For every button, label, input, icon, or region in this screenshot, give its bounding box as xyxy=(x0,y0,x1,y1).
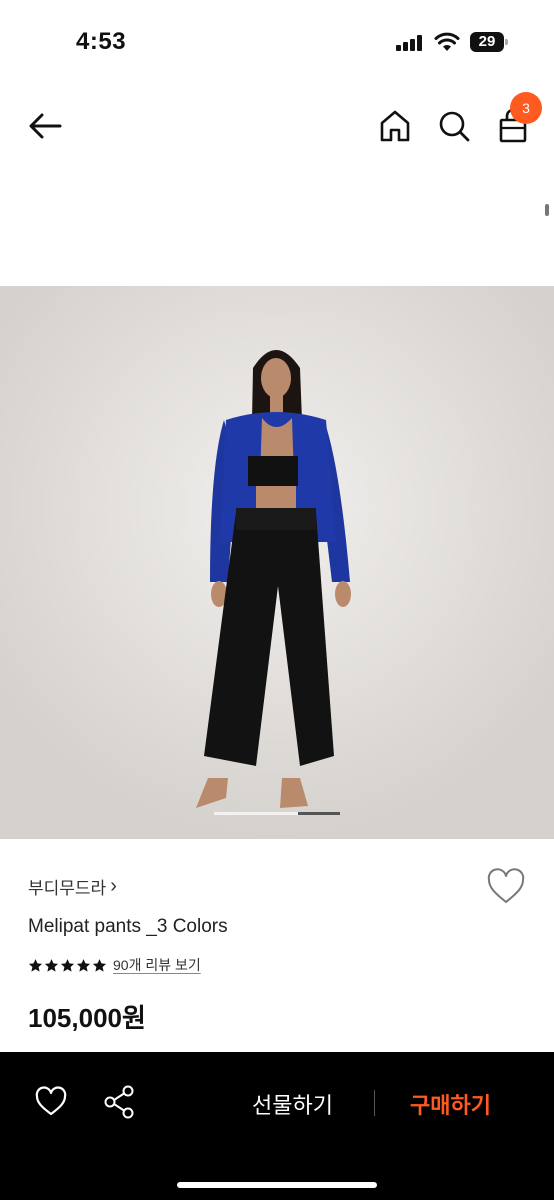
review-link[interactable]: 90개 리뷰 보기 xyxy=(113,955,201,975)
image-carousel-indicator xyxy=(214,812,340,815)
star-icon xyxy=(44,958,59,972)
wifi-icon xyxy=(434,32,460,51)
product-price: 105,000원 xyxy=(28,1003,146,1033)
scroll-indicator xyxy=(545,204,549,216)
star-icon xyxy=(76,958,91,972)
battery-level: 29 xyxy=(478,33,496,50)
brand-link[interactable]: 부디무드라 › xyxy=(28,874,117,899)
button-divider xyxy=(374,1090,375,1116)
product-info: 부디무드라 › Melipat pants _3 Colors 90개 리뷰 보… xyxy=(0,840,554,1052)
product-name: Melipat pants _3 Colors xyxy=(28,916,228,937)
cart-count-badge[interactable]: 3 xyxy=(510,92,542,124)
brand-name: 부디무드라 xyxy=(28,879,107,898)
gift-button[interactable]: 선물하기 xyxy=(252,1088,333,1120)
home-indicator[interactable] xyxy=(177,1182,377,1188)
home-icon[interactable] xyxy=(377,106,413,146)
cellular-signal-icon xyxy=(396,35,424,51)
status-bar: 4:53 29 xyxy=(0,0,554,84)
rating-row: 90개 리뷰 보기 xyxy=(28,955,201,975)
star-icon xyxy=(92,958,107,972)
back-arrow-icon[interactable] xyxy=(26,106,66,146)
battery-icon: 29 xyxy=(470,32,508,52)
search-icon[interactable] xyxy=(436,106,472,146)
product-image[interactable] xyxy=(0,286,554,839)
star-icon xyxy=(60,958,75,972)
buy-button[interactable]: 구매하기 xyxy=(410,1088,491,1120)
heart-icon[interactable] xyxy=(34,1086,68,1118)
nav-bar xyxy=(0,84,554,168)
star-rating xyxy=(28,958,107,973)
chevron-right-icon: › xyxy=(110,875,117,897)
status-time: 4:53 xyxy=(76,28,127,55)
star-icon xyxy=(28,958,43,972)
carousel-thumb xyxy=(298,812,340,815)
wishlist-heart-icon[interactable] xyxy=(486,868,526,906)
bottom-action-bar: 선물하기 구매하기 xyxy=(0,1052,554,1200)
model-photo xyxy=(0,286,554,839)
share-icon[interactable] xyxy=(102,1084,136,1120)
